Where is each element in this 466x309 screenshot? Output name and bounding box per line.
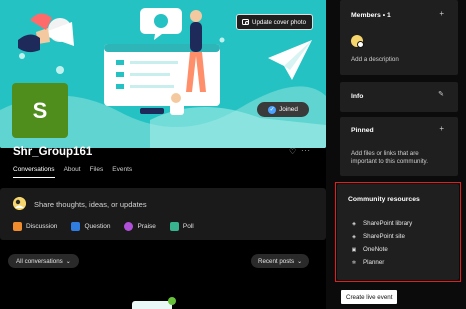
update-cover-label: Update cover photo [252,18,307,26]
resource-planner[interactable]: ✲ Planner [351,259,384,266]
add-pinned-icon[interactable]: + [439,124,444,133]
tab-conversations[interactable]: Conversations [13,166,55,178]
community-resources-card: Community resources ◈ SharePoint library… [337,184,459,280]
resources-title: Community resources [348,196,420,203]
create-live-event-label: Create live event [346,293,393,301]
poll-icon [169,222,179,231]
checkmark-icon: ✓ [268,105,277,114]
discussion-label: Discussion [26,223,58,230]
resource-label: SharePoint library [363,220,413,227]
pinned-text-line2: important to this community. [351,158,428,165]
members-card: Members • 1 + Add a description [340,0,458,75]
more-options-icon[interactable]: ··· [301,146,311,155]
feed-illustration [132,297,176,309]
add-member-icon[interactable]: + [439,9,444,18]
resource-label: OneNote [363,246,388,253]
sort-dropdown[interactable]: Recent posts ⌄ [251,254,310,268]
post-composer: Share thoughts, ideas, or updates Discus… [0,188,326,240]
planner-icon: ✲ [351,259,357,266]
conversation-filter-dropdown[interactable]: All conversations ⌄ [8,254,79,268]
library-icon: ◈ [352,220,356,227]
user-avatar [13,197,26,210]
composer-prompt[interactable]: Share thoughts, ideas, or updates [34,200,147,209]
members-title: Members • 1 [351,12,391,19]
group-initial: S [32,97,48,123]
sort-label: Recent posts [258,257,295,265]
joined-label: Joined [279,106,298,113]
resource-sharepoint-library[interactable]: ◈ SharePoint library [351,220,412,227]
tab-files[interactable]: Files [90,166,104,178]
info-card: Info ✎ [340,82,458,112]
chevron-down-icon: ⌄ [297,257,303,265]
praise-icon [124,222,134,231]
chevron-down-icon: ⌄ [65,257,71,265]
edit-pencil-icon[interactable]: ✎ [438,90,444,98]
filter-label: All conversations [16,257,63,265]
add-description-link[interactable]: Add a description [351,56,399,65]
poll-label: Poll [182,223,194,230]
info-title: Info [351,93,364,100]
main-column: Update cover photo ✓ Joined S Shr_Group1… [0,0,326,309]
praise-label: Praise [137,223,156,230]
pinned-title: Pinned [351,127,374,134]
post-type-bar: Discussion Question Praise Poll [13,222,194,231]
group-avatar: S [12,83,68,138]
resource-label: SharePoint site [363,233,405,240]
gear-icon [357,41,364,48]
resource-sharepoint-site[interactable]: ◈ SharePoint site [351,233,405,240]
discussion-icon [13,222,22,231]
discussion-button[interactable]: Discussion [13,222,57,231]
question-label: Question [84,223,111,230]
resource-label: Planner [363,259,385,266]
joined-button[interactable]: ✓ Joined [257,102,309,117]
sharepoint-icon: ◈ [352,233,356,240]
create-live-event-button[interactable]: Create live event [341,290,398,304]
question-icon [71,222,81,231]
member-avatar[interactable] [351,35,364,48]
heart-icon[interactable]: ♡ [289,147,296,156]
praise-button[interactable]: Praise [124,222,156,231]
pinned-card: Pinned + Add files or links that are imp… [340,117,458,176]
onenote-icon: ▣ [351,246,357,253]
resource-onenote[interactable]: ▣ OneNote [351,246,388,253]
tab-about[interactable]: About [64,166,81,178]
group-tabs: Conversations About Files Events [13,166,132,178]
avatar-illustration [13,197,26,210]
update-cover-photo-button[interactable]: Update cover photo [236,14,314,30]
poll-button[interactable]: Poll [169,222,194,231]
group-name: Shr_Group161 [13,146,93,158]
camera-icon [242,19,249,25]
question-button[interactable]: Question [71,222,110,231]
tab-events[interactable]: Events [112,166,132,178]
